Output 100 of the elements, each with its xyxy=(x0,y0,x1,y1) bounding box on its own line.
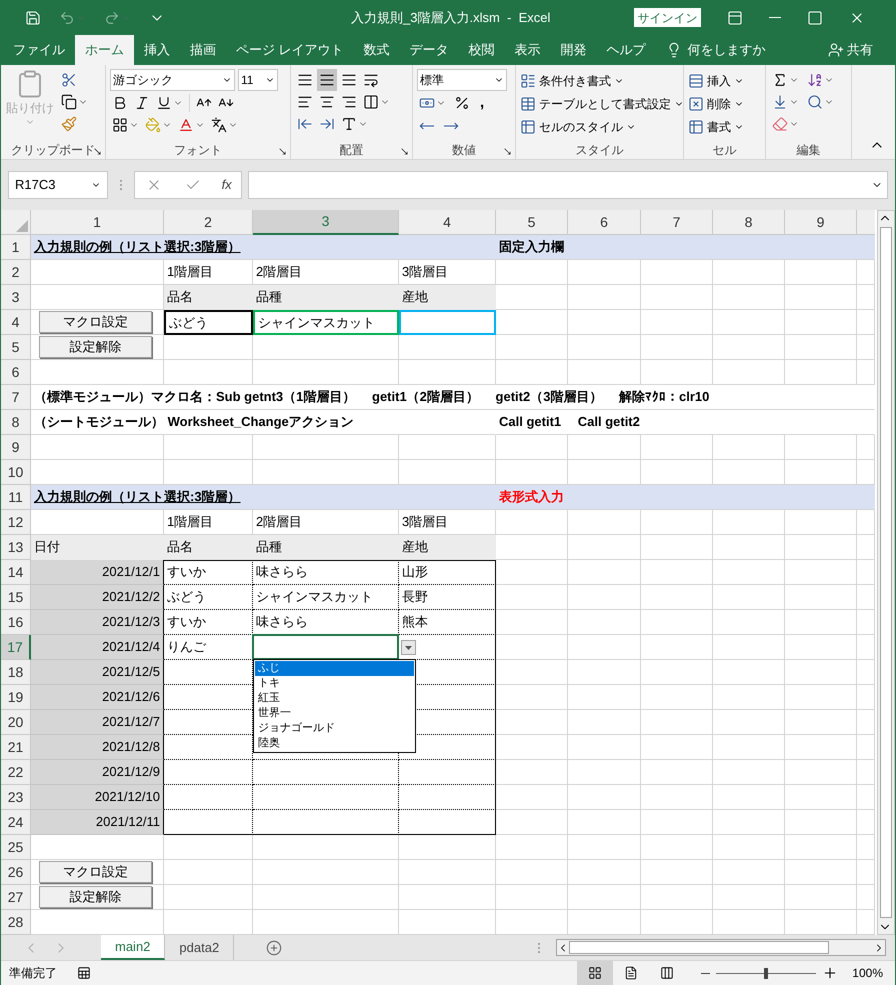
dialog-launcher[interactable] xyxy=(278,147,287,156)
row-header[interactable]: 10 xyxy=(1,460,31,485)
row-header[interactable]: 14 xyxy=(1,560,31,585)
column-header[interactable]: 3 xyxy=(253,210,399,235)
macro-button[interactable]: マクロ設定 xyxy=(39,861,152,883)
group-label: 数値 xyxy=(452,142,476,159)
row-header[interactable]: 1 xyxy=(1,235,31,260)
heading-cell: 品種 xyxy=(253,285,399,310)
dialog-launcher[interactable] xyxy=(400,147,409,156)
columns-icon xyxy=(660,966,674,980)
table-icon xyxy=(520,118,536,134)
row-header[interactable]: 21 xyxy=(1,735,31,760)
column-header[interactable]: 8 xyxy=(713,210,785,235)
column-header[interactable]: 6 xyxy=(568,210,641,235)
style-button[interactable]: テーブルとして書式設定 xyxy=(520,92,684,115)
row-header[interactable]: 22 xyxy=(1,760,31,785)
column-header[interactable] xyxy=(857,210,875,235)
row-header[interactable]: 18 xyxy=(1,660,31,685)
list-option[interactable]: 世界一 xyxy=(255,706,414,721)
ribbon-tab[interactable]: 表示 xyxy=(504,35,551,65)
font-size-field[interactable]: 11 xyxy=(238,69,278,91)
row-header[interactable]: 28 xyxy=(1,910,31,935)
row-header[interactable]: 6 xyxy=(1,360,31,385)
name-box[interactable]: R17C3 xyxy=(8,171,108,199)
tell-me-field[interactable]: 何をしますか xyxy=(688,40,766,60)
column-header[interactable]: 5 xyxy=(496,210,568,235)
comma-button[interactable]: , xyxy=(476,92,488,114)
font-name-field[interactable]: 游ゴシック xyxy=(110,69,235,91)
vertical-scrollbar[interactable] xyxy=(877,210,895,935)
row-header[interactable]: 5 xyxy=(1,335,31,360)
sign-in-button[interactable]: サインイン xyxy=(634,8,701,27)
row-header[interactable]: 2 xyxy=(1,260,31,285)
list-option[interactable]: ふじ xyxy=(255,661,414,676)
style-button[interactable]: 条件付き書式 xyxy=(520,69,624,92)
row-header[interactable]: 8 xyxy=(1,410,31,435)
cell-button[interactable]: 書式 xyxy=(688,115,744,138)
middle-align-button[interactable] xyxy=(317,69,337,91)
row-header[interactable]: 7 xyxy=(1,385,31,410)
list-option[interactable]: 紅玉 xyxy=(255,691,414,706)
row-header[interactable]: 17 xyxy=(1,635,31,660)
column-header[interactable]: 9 xyxy=(785,210,857,235)
row-header[interactable]: 20 xyxy=(1,710,31,735)
row-header[interactable]: 16 xyxy=(1,610,31,635)
ribbon-tab[interactable]: ファイル xyxy=(3,35,75,65)
row-header[interactable]: 26 xyxy=(1,860,31,885)
list-option[interactable]: トキ xyxy=(255,676,414,691)
input-cell[interactable]: シャインマスカット xyxy=(253,310,399,335)
row-header[interactable]: 15 xyxy=(1,585,31,610)
date-cell: 2021/12/1 xyxy=(31,560,164,585)
row-header[interactable]: 13 xyxy=(1,535,31,560)
row-header[interactable]: 3 xyxy=(1,285,31,310)
macro-button[interactable]: 設定解除 xyxy=(39,336,152,358)
level-label: 2階層目 xyxy=(256,513,302,532)
zoom-slider[interactable] xyxy=(716,967,816,979)
formula-field[interactable] xyxy=(248,171,888,199)
dialog-launcher[interactable] xyxy=(503,147,512,156)
list-option[interactable]: ジョナゴールド xyxy=(255,721,414,736)
row-header[interactable]: 25 xyxy=(1,835,31,860)
row-header[interactable]: 19 xyxy=(1,685,31,710)
style-button[interactable]: セルのスタイル xyxy=(520,115,636,138)
row-header[interactable]: 9 xyxy=(1,435,31,460)
input-cell[interactable]: ぶどう xyxy=(164,310,253,335)
column-header[interactable]: 2 xyxy=(164,210,253,235)
ribbon-tab[interactable]: データ xyxy=(400,35,459,65)
list-option[interactable]: 陸奥 xyxy=(255,736,414,751)
dialog-launcher[interactable] xyxy=(93,147,102,156)
ribbon-tab[interactable]: ヘルプ xyxy=(596,35,656,65)
zoom-level[interactable]: 100% xyxy=(852,964,883,982)
cell-button[interactable]: 挿入 xyxy=(688,69,744,92)
column-header[interactable]: 4 xyxy=(399,210,496,235)
ribbon-tab[interactable]: ホーム xyxy=(75,35,134,65)
row-header[interactable]: 23 xyxy=(1,785,31,810)
number-format-field[interactable]: 標準 xyxy=(417,69,507,91)
macro-button[interactable]: 設定解除 xyxy=(39,886,152,908)
column-header[interactable]: 7 xyxy=(641,210,713,235)
sheet-tab[interactable]: main2 xyxy=(101,935,166,960)
input-cell[interactable] xyxy=(399,310,496,335)
cell-button[interactable]: 削除 xyxy=(688,92,744,115)
select-all-corner[interactable] xyxy=(1,210,31,235)
macro-button[interactable]: マクロ設定 xyxy=(39,311,152,333)
ribbon-tab[interactable]: 数式 xyxy=(354,35,400,65)
view-button[interactable] xyxy=(577,960,614,985)
insert-function-button[interactable]: fx xyxy=(222,175,232,195)
zoom-thumb[interactable] xyxy=(764,968,768,978)
horizontal-scrollbar[interactable] xyxy=(556,939,886,956)
row-header[interactable]: 12 xyxy=(1,510,31,535)
row-header[interactable]: 27 xyxy=(1,885,31,910)
ribbon-tab[interactable]: 描画 xyxy=(180,35,226,65)
ribbon-tab[interactable]: 開発 xyxy=(550,35,597,65)
dropdown-button[interactable] xyxy=(401,640,416,655)
ribbon-tab[interactable]: 挿入 xyxy=(134,35,180,65)
row-header[interactable]: 11 xyxy=(1,485,31,510)
share-button[interactable]: 共有 xyxy=(828,35,873,65)
ribbon-tab[interactable]: 校閲 xyxy=(458,35,505,65)
column-header[interactable]: 1 xyxy=(31,210,164,235)
row-header[interactable]: 24 xyxy=(1,810,31,835)
arrow-left-icon xyxy=(297,116,313,132)
ribbon-tab[interactable]: ページ レイアウト xyxy=(226,35,354,65)
row-header[interactable]: 4 xyxy=(1,310,31,335)
minimize-icon xyxy=(769,17,781,18)
